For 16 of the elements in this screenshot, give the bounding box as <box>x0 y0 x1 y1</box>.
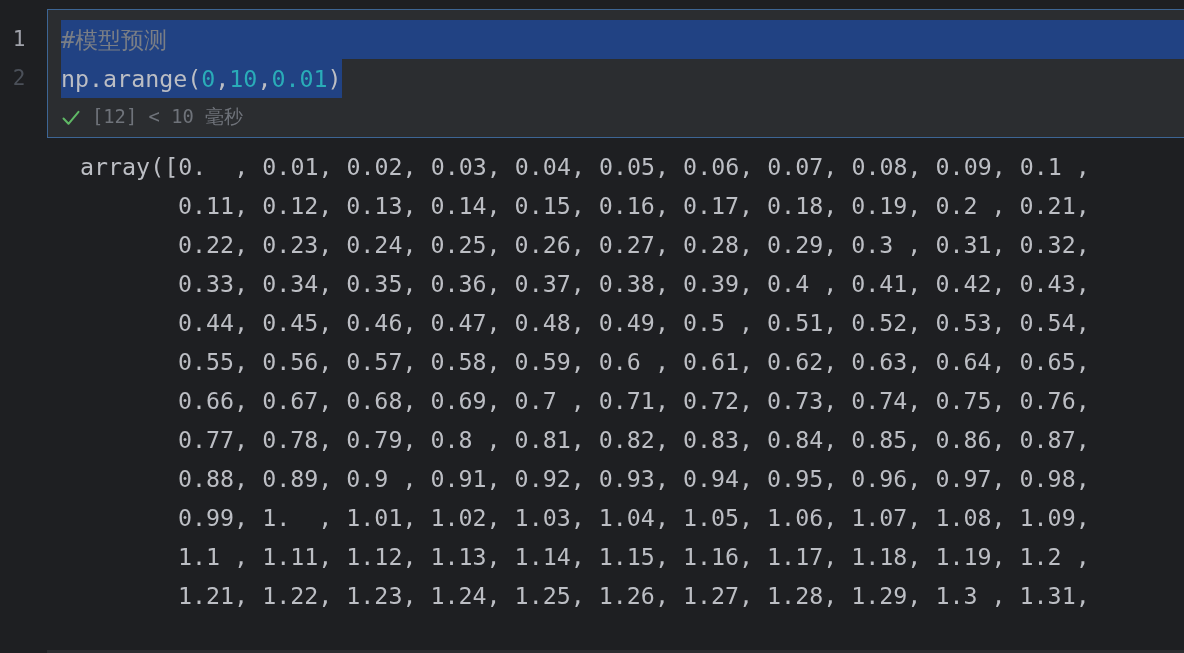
output-line: 1.1 , 1.11, 1.12, 1.13, 1.14, 1.15, 1.16, 1.17, 1.18, 1.19, 1.2 , <box>178 542 1090 572</box>
output-line: 0.99, 1. , 1.01, 1.02, 1.03, 1.04, 1.05, 1.06, 1.07, 1.08, 1.09, <box>178 503 1090 533</box>
output-line: 0.33, 0.34, 0.35, 0.36, 0.37, 0.38, 0.39, 0.4 , 0.41, 0.42, 0.43, <box>178 269 1090 299</box>
output-line: 0.77, 0.78, 0.79, 0.8 , 0.81, 0.82, 0.83, 0.84, 0.85, 0.86, 0.87, <box>178 425 1090 455</box>
execution-info: [12] < 10 毫秒 <box>92 105 244 130</box>
output-line: 0.22, 0.23, 0.24, 0.25, 0.26, 0.27, 0.28, 0.29, 0.3 , 0.31, 0.32, <box>178 230 1090 260</box>
line-number: 1 <box>11 26 27 53</box>
output-line: 0.66, 0.67, 0.68, 0.69, 0.7 , 0.71, 0.72, 0.73, 0.74, 0.75, 0.76, <box>178 386 1090 416</box>
output-line: 0.55, 0.56, 0.57, 0.58, 0.59, 0.6 , 0.61, 0.62, 0.63, 0.64, 0.65, <box>178 347 1090 377</box>
output-line: 0.44, 0.45, 0.46, 0.47, 0.48, 0.49, 0.5 , 0.51, 0.52, 0.53, 0.54, <box>178 308 1090 338</box>
output-line: 0.11, 0.12, 0.13, 0.14, 0.15, 0.16, 0.17, 0.18, 0.19, 0.2 , 0.21, <box>178 191 1090 221</box>
output-line: 1.21, 1.22, 1.23, 1.24, 1.25, 1.26, 1.27, 1.28, 1.29, 1.3 , 1.31, <box>178 581 1090 611</box>
code-cell[interactable]: #模型预测 np.arange(0,10,0.01) [12] < 10 毫秒 <box>47 9 1184 138</box>
output-line: 0.88, 0.89, 0.9 , 0.91, 0.92, 0.93, 0.94, 0.95, 0.96, 0.97, 0.98, <box>178 464 1090 494</box>
code-comment: #模型预测 <box>61 20 1184 59</box>
output-line: array([0. , 0.01, 0.02, 0.03, 0.04, 0.05, 0.06, 0.07, 0.08, 0.09, 0.1 , <box>80 152 1090 182</box>
